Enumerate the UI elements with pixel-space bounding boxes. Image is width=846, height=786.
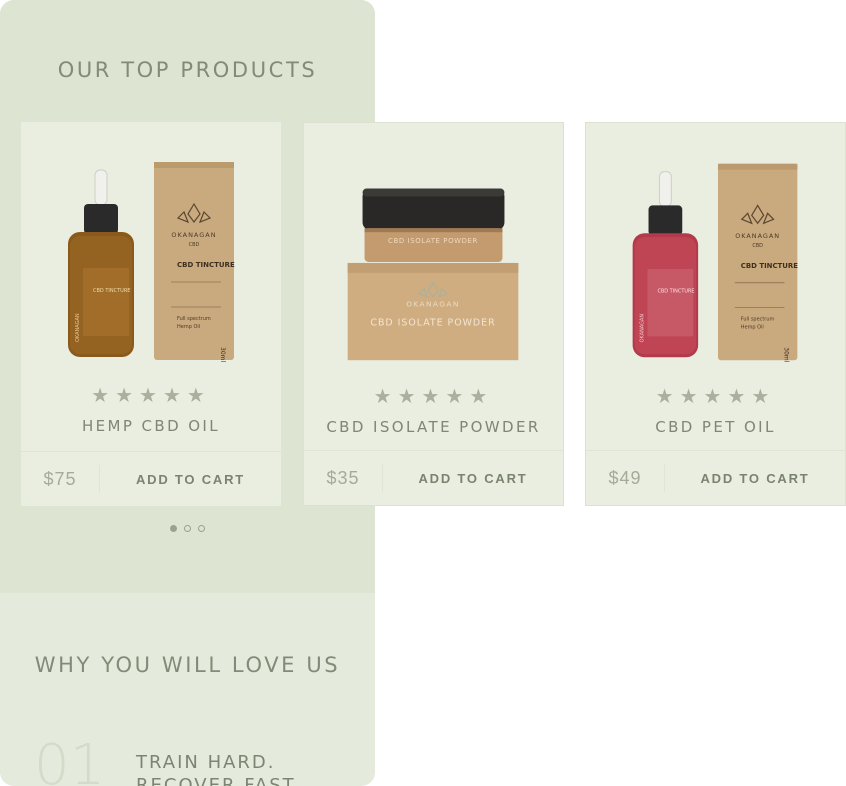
add-to-cart-button[interactable]: ADD TO CART <box>383 471 563 486</box>
section-title: WHY YOU WILL LOVE US <box>34 653 341 677</box>
product-name[interactable]: HEMP CBD OIL <box>21 417 281 435</box>
feature-line-2: RECOVER FAST. <box>136 775 302 786</box>
product-price: $35 <box>326 467 360 488</box>
rating-stars: ★★★★★ <box>655 386 776 408</box>
product-image: OKANAGAN CBD TINCTURE OKANAGAN CBD CBD T… <box>632 163 798 363</box>
bottle-title-text: CBD TINCTURE <box>657 289 694 295</box>
bottle-brand-text: OKANAGAN <box>75 313 81 342</box>
feature-line-1: TRAIN HARD. <box>136 752 276 773</box>
box-line-1: Full spectrum <box>741 317 775 323</box>
card-footer: $49 ADD TO CART <box>586 450 845 505</box>
product-name[interactable]: CBD PET OIL <box>586 418 845 436</box>
rating-stars: ★★★★★ <box>91 385 211 407</box>
product-card[interactable]: CBD ISOLATE POWDER OKANAGAN CBD ISOLATE … <box>303 122 564 506</box>
box-line-2: Hemp Oil <box>741 324 764 330</box>
product-name[interactable]: CBD ISOLATE POWDER <box>304 418 563 436</box>
box-line-2: Hemp Oil <box>177 324 200 330</box>
add-to-cart-button[interactable]: ADD TO CART <box>100 472 281 487</box>
product-image: CBD ISOLATE POWDER OKANAGAN CBD ISOLATE … <box>347 188 519 361</box>
box-brand-sub-text: CBD <box>189 242 200 248</box>
carousel-dot-3[interactable] <box>198 525 205 532</box>
card-footer: $75 ADD TO CART <box>21 451 281 506</box>
carousel-dot-2[interactable] <box>184 525 191 532</box>
section-title: OUR TOP PRODUCTS <box>57 58 318 82</box>
add-to-cart-button[interactable]: ADD TO CART <box>665 471 845 486</box>
bottle-title-text: CBD TINCTURE <box>93 288 130 294</box>
product-price: $49 <box>608 467 642 488</box>
product-card[interactable]: OKANAGAN CBD TINCTURE OKANAGAN CBD CBD T… <box>585 122 846 506</box>
box-brand-text: OKANAGAN <box>735 232 780 240</box>
carousel-dots <box>0 525 375 532</box>
feature-number: 01 <box>34 733 106 786</box>
box-line-1: Full spectrum <box>177 316 211 322</box>
product-price: $75 <box>43 468 77 489</box>
why-love-us-section: WHY YOU WILL LOVE US 01 TRAIN HARD. RECO… <box>0 593 375 786</box>
product-image: OKANAGAN CBD TINCTURE OKANAGAN CBD CBD T… <box>68 162 235 362</box>
box-volume-text: 30ml <box>219 347 226 362</box>
rating-stars: ★★★★★ <box>373 386 494 408</box>
feature-heading: TRAIN HARD. RECOVER FAST. <box>136 751 301 786</box>
jar-label-text: CBD ISOLATE POWDER <box>388 237 478 245</box>
card-footer: $35 ADD TO CART <box>304 450 563 505</box>
box-volume-text: 30ml <box>782 347 789 362</box>
box-title-text: CBD TINCTURE <box>741 262 798 270</box>
bottle-brand-text: OKANAGAN <box>640 314 646 343</box>
box-brand-text: OKANAGAN <box>406 300 460 309</box>
box-title-text: CBD TINCTURE <box>177 261 235 269</box>
product-card[interactable]: OKANAGAN CBD TINCTURE OKANAGAN CBD CBD T… <box>21 122 281 506</box>
box-title-text: CBD ISOLATE POWDER <box>370 317 495 328</box>
box-brand-text: OKANAGAN <box>171 231 216 239</box>
carousel-dot-1[interactable] <box>170 525 177 532</box>
box-brand-sub-text: CBD <box>752 243 763 249</box>
